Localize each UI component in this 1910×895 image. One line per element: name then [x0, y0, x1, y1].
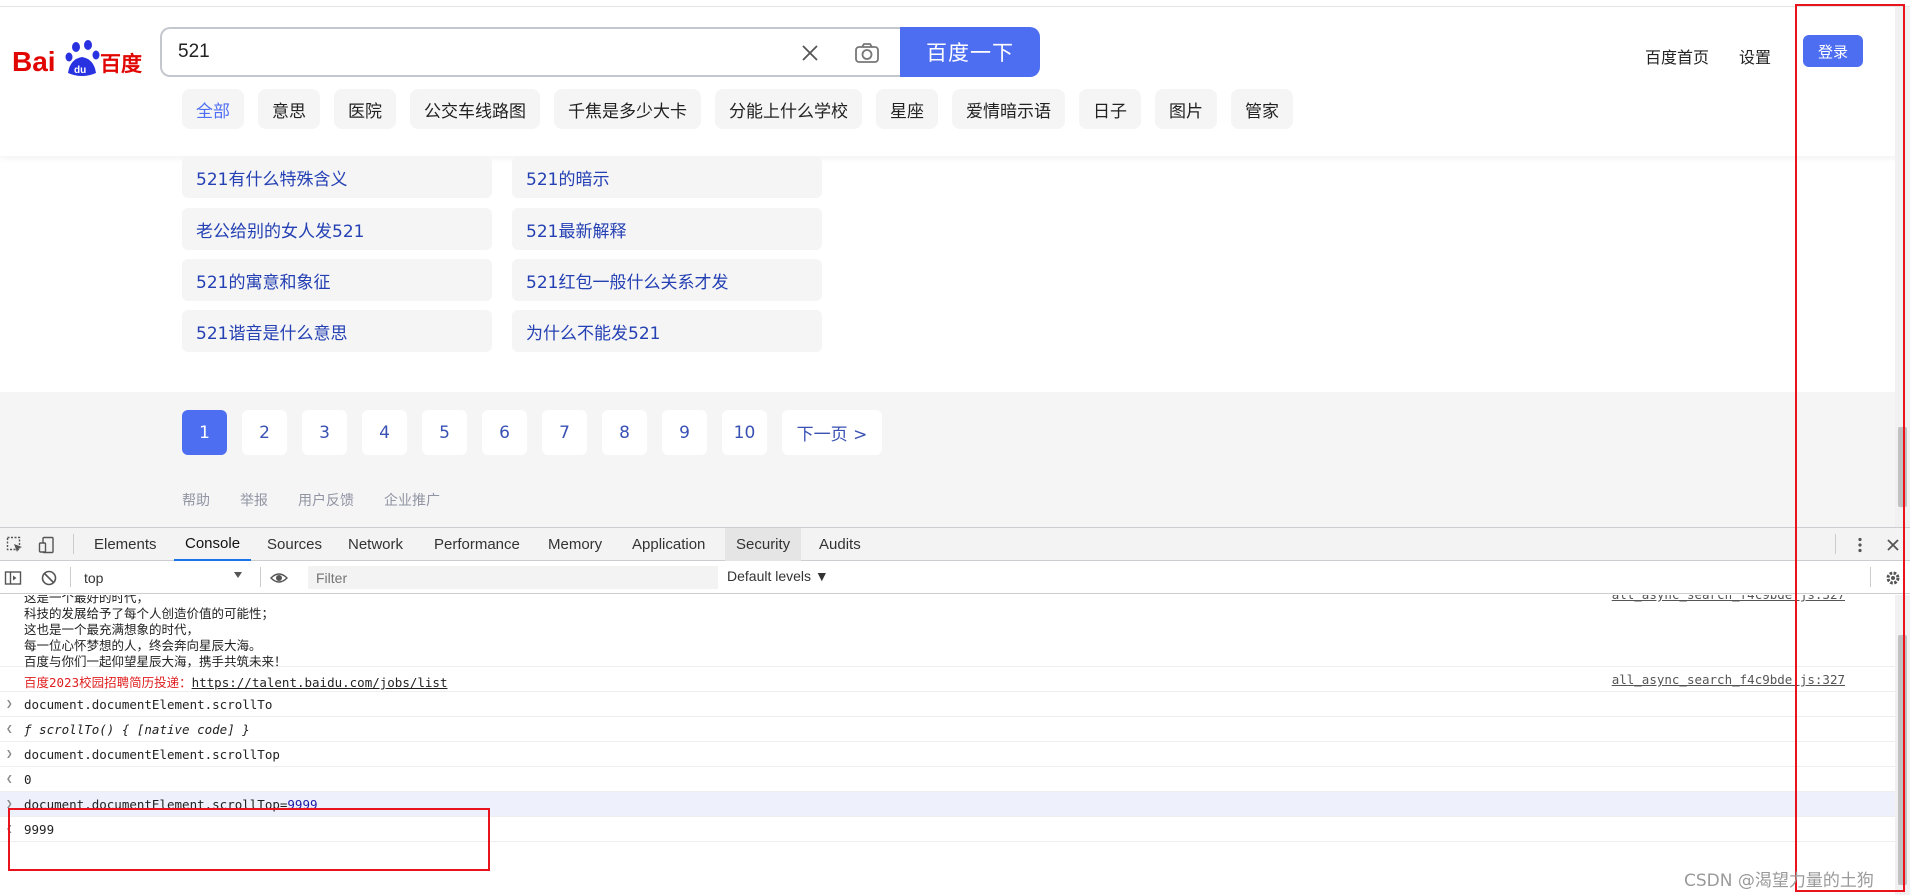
page-link[interactable]: 2: [242, 410, 287, 455]
related-search-item[interactable]: 521的寓意和象征: [182, 259, 492, 301]
tab-console[interactable]: Console: [174, 528, 252, 561]
tab-security[interactable]: Security: [725, 528, 802, 561]
tab-network[interactable]: Network: [337, 528, 414, 561]
context-value: top: [84, 570, 104, 586]
clear-console-icon[interactable]: [40, 569, 58, 587]
console-result-row: ❮ ƒ scrollTo() { [native code] }: [0, 717, 1895, 742]
enterprise-link[interactable]: 企业推广: [384, 490, 440, 510]
tab-application[interactable]: Application: [621, 528, 716, 561]
page-link[interactable]: 6: [482, 410, 527, 455]
page-link[interactable]: 7: [542, 410, 587, 455]
feedback-link[interactable]: 用户反馈: [298, 490, 354, 510]
svg-text:Bai: Bai: [12, 46, 56, 77]
console-input-row: ❯ document.documentElement.scrollTo: [0, 692, 1895, 717]
related-search-item[interactable]: 老公给别的女人发521: [182, 208, 492, 250]
devtools-toolbar: Elements Console Sources Network Perform…: [0, 528, 1910, 561]
svg-text:du: du: [74, 65, 86, 76]
recruit-url-link[interactable]: https://talent.baidu.com/jobs/list: [192, 675, 448, 690]
tab-all[interactable]: 全部: [182, 89, 244, 129]
next-page-link[interactable]: 下一页 >: [782, 410, 882, 455]
close-icon[interactable]: [798, 41, 822, 65]
annotation-box-right: [1795, 4, 1905, 892]
tab-images[interactable]: 图片: [1155, 89, 1217, 129]
console-message: 百度2023校园招聘简历投递：https://talent.baidu.com/…: [0, 667, 1895, 692]
console-filter-input[interactable]: [308, 566, 718, 589]
related-search-item[interactable]: 521红包一般什么关系才发: [512, 259, 822, 301]
page-link[interactable]: 5: [422, 410, 467, 455]
tab-suggestion[interactable]: 千焦是多少大卡: [554, 89, 701, 129]
console-result: 0: [24, 772, 32, 787]
page-link[interactable]: 8: [602, 410, 647, 455]
console-filter-bar: top Default levels ▼: [0, 561, 1910, 594]
result-caret-icon: ❮: [6, 722, 13, 735]
recruit-label: 百度2023校园招聘简历投递：: [24, 675, 192, 690]
page-link-current[interactable]: 1: [182, 410, 227, 455]
eye-icon[interactable]: [270, 569, 288, 587]
settings-link[interactable]: 设置: [1739, 44, 1771, 68]
watermark: CSDN @渴望力量的土狗: [1684, 871, 1874, 891]
search-header: Bai du 百度 百度一: [0, 7, 1910, 156]
tab-suggestion[interactable]: 星座: [876, 89, 938, 129]
result-caret-icon: ❮: [6, 772, 13, 785]
page-link[interactable]: 3: [302, 410, 347, 455]
annotation-box-console: [8, 808, 490, 871]
tab-suggestion[interactable]: 意思: [258, 89, 320, 129]
console-input-row: ❯ document.documentElement.scrollTop: [0, 742, 1895, 767]
pager-area: 1 2 3 4 5 6 7 8 9 10 下一页 > 帮助 举报 用户反馈 企业…: [0, 392, 1895, 527]
page-link[interactable]: 10: [722, 410, 767, 455]
baidu-home-link[interactable]: 百度首页: [1645, 44, 1709, 68]
tab-suggestion[interactable]: 分能上什么学校: [715, 89, 862, 129]
console-message: 这是一个最好的时代， 科技的发展给予了每个人创造价值的可能性； 这也是一个最充满…: [0, 595, 1895, 669]
related-search-item[interactable]: 为什么不能发521: [512, 310, 822, 352]
related-search-item[interactable]: 521最新解释: [512, 208, 822, 250]
camera-icon[interactable]: [854, 40, 880, 66]
search-button[interactable]: 百度一下: [900, 27, 1040, 77]
search-input[interactable]: [178, 39, 738, 65]
input-caret-icon: ❯: [6, 747, 13, 760]
tab-suggestion[interactable]: 管家: [1231, 89, 1293, 129]
baidu-logo[interactable]: Bai du 百度: [12, 35, 144, 81]
input-caret-icon: ❯: [6, 697, 13, 710]
chevron-down-icon: [234, 572, 242, 578]
context-selector[interactable]: top: [78, 567, 248, 589]
tab-sources[interactable]: Sources: [256, 528, 333, 561]
tab-suggestion[interactable]: 公交车线路图: [410, 89, 540, 129]
console-result-row: ❮ 0: [0, 767, 1895, 792]
search-box: [160, 27, 902, 77]
related-search-item[interactable]: 521谐音是什么意思: [182, 310, 492, 352]
tab-audits[interactable]: Audits: [808, 528, 872, 561]
tab-suggestion[interactable]: 医院: [334, 89, 396, 129]
toolbar-divider: [70, 567, 71, 587]
search-tabs: 全部 意思 医院 公交车线路图 千焦是多少大卡 分能上什么学校 星座 爱情暗示语…: [182, 89, 1293, 129]
footer-links: 帮助 举报 用户反馈 企业推广: [182, 490, 440, 510]
console-command: document.documentElement.scrollTop: [24, 747, 280, 762]
tab-suggestion[interactable]: 爱情暗示语: [952, 89, 1065, 129]
tab-memory[interactable]: Memory: [537, 528, 613, 561]
related-search-item[interactable]: 521的暗示: [512, 156, 822, 198]
svg-text:百度: 百度: [100, 52, 142, 76]
console-command: document.documentElement.scrollTo: [24, 697, 273, 712]
page-link[interactable]: 4: [362, 410, 407, 455]
help-link[interactable]: 帮助: [182, 490, 210, 510]
pagination: 1 2 3 4 5 6 7 8 9 10 下一页 >: [182, 410, 882, 455]
log-levels-dropdown[interactable]: Default levels ▼: [727, 568, 829, 584]
tab-elements[interactable]: Elements: [83, 528, 168, 561]
tab-suggestion[interactable]: 日子: [1079, 89, 1141, 129]
device-toolbar-icon[interactable]: [38, 536, 56, 554]
page: Bai du 百度 百度一: [0, 0, 1910, 895]
tab-performance[interactable]: Performance: [423, 528, 531, 561]
inspect-element-icon[interactable]: [6, 536, 24, 554]
toolbar-divider: [260, 567, 261, 587]
toolbar-divider: [73, 534, 74, 554]
page-link[interactable]: 9: [662, 410, 707, 455]
related-search-item[interactable]: 521有什么特殊含义: [182, 156, 492, 198]
console-result: ƒ scrollTo() { [native code] }: [24, 722, 250, 737]
show-sidebar-icon[interactable]: [4, 569, 22, 587]
report-link[interactable]: 举报: [240, 490, 268, 510]
